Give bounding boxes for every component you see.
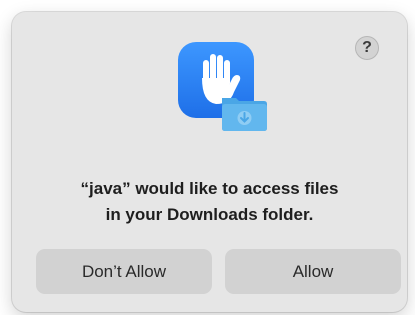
dont-allow-button[interactable]: Don’t Allow <box>36 249 212 294</box>
help-button-label: ? <box>362 39 372 56</box>
message-line-1: “java” would like to access files <box>80 179 339 198</box>
allow-label: Allow <box>292 261 334 281</box>
permission-message: “java” would like to access files in you… <box>12 176 407 228</box>
message-line-2: in your Downloads folder. <box>105 205 314 224</box>
privacy-hand-icon <box>178 42 268 134</box>
dont-allow-label: Don’t Allow <box>81 261 167 281</box>
help-button[interactable]: ? <box>355 36 379 60</box>
downloads-folder-icon <box>222 98 267 131</box>
allow-button[interactable]: Allow <box>225 249 401 294</box>
